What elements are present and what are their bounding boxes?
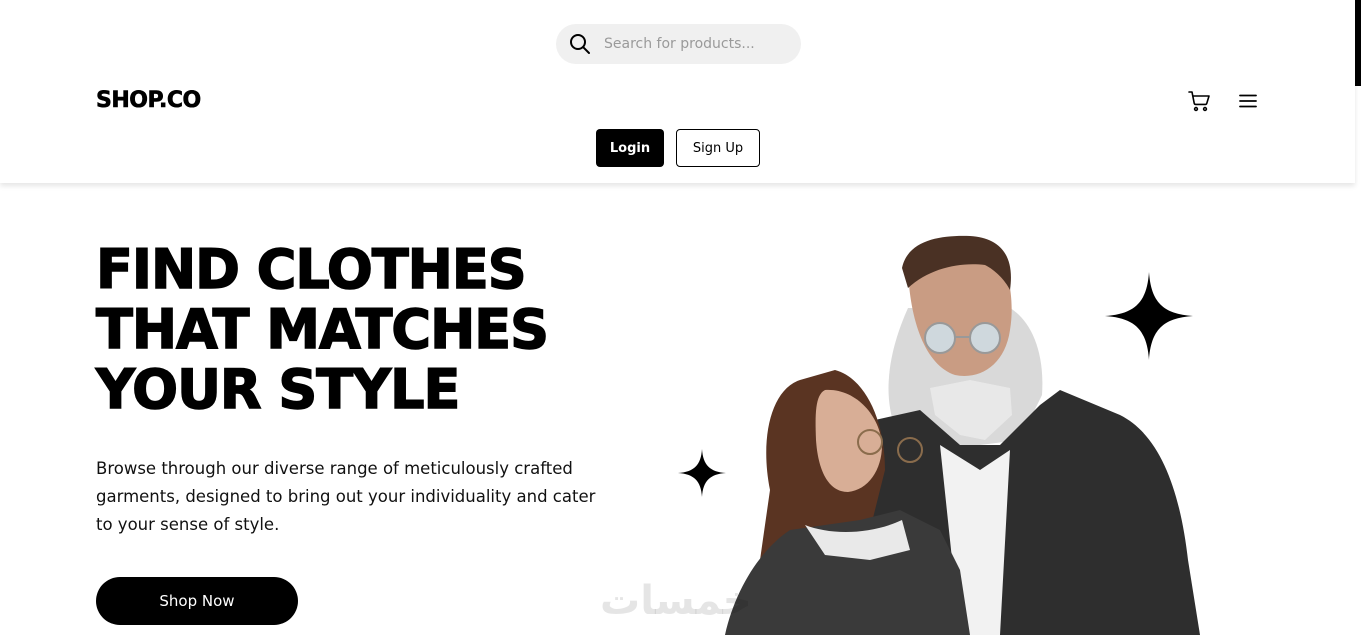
- search-icon: [569, 33, 591, 55]
- watermark: خمسات: [600, 578, 752, 624]
- hero-title: FIND CLOTHES THAT MATCHES YOUR STYLE: [95, 238, 656, 421]
- logo[interactable]: SHOP.CO: [96, 88, 202, 114]
- shop-now-button[interactable]: Shop Now: [96, 577, 298, 625]
- hero-title-line: FIND CLOTHES: [95, 238, 527, 301]
- site-header: SHOP.CO Login Sign Up: [0, 0, 1355, 183]
- login-button[interactable]: Login: [596, 129, 664, 167]
- scrollbar[interactable]: [1355, 0, 1361, 86]
- signup-button[interactable]: Sign Up: [676, 129, 760, 167]
- sparkle-star-small-icon: [678, 449, 726, 497]
- menu-icon[interactable]: [1236, 89, 1260, 113]
- hero-title-line: THAT MATCHES: [95, 298, 550, 361]
- hero-description: Browse through our diverse range of meti…: [96, 459, 596, 534]
- search-input[interactable]: [604, 36, 794, 52]
- sparkle-star-large-icon: [1105, 272, 1193, 360]
- hero-title-line: YOUR STYLE: [95, 358, 461, 421]
- cart-icon[interactable]: [1187, 89, 1211, 113]
- search-bar[interactable]: [556, 24, 801, 64]
